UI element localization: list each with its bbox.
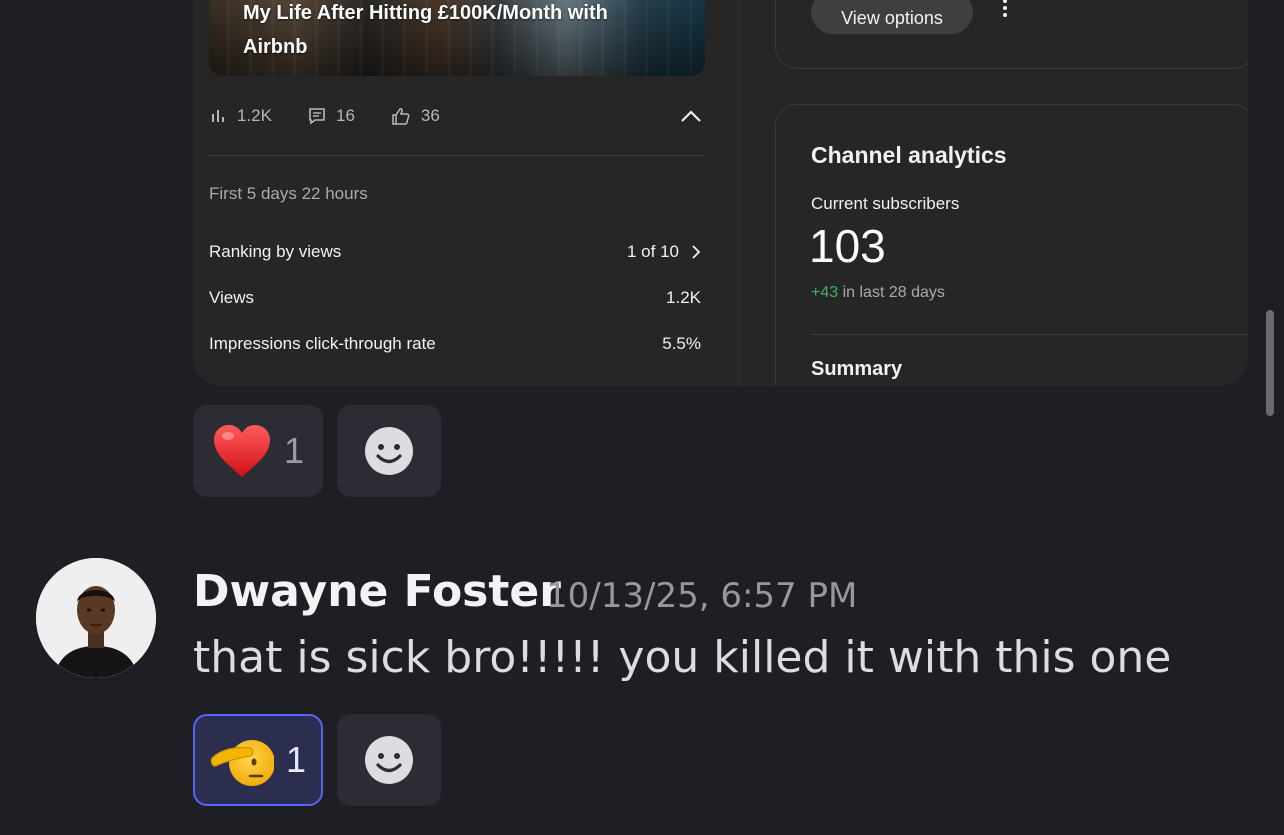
subscribers-label: Current subscribers — [811, 194, 960, 213]
message-timestamp: 10/13/25, 6:57 PM — [546, 576, 858, 616]
divider — [209, 155, 705, 156]
video-thumbnail: My Life After Hitting £100K/Month with A… — [209, 0, 705, 76]
avatar[interactable] — [36, 558, 156, 678]
subscribers-delta: +43 in last 28 days — [811, 284, 945, 302]
message-text: that is sick bro!!!!! you killed it with… — [193, 632, 1172, 683]
delta-value: +43 — [811, 284, 839, 301]
add-reaction-button[interactable] — [337, 714, 441, 806]
likes-count: 36 — [420, 106, 440, 125]
reaction-count: 1 — [285, 739, 307, 780]
metric-value: 1.2K — [666, 288, 701, 307]
summary-heading: Summary — [811, 358, 903, 380]
divider — [811, 334, 1248, 335]
add-reaction-icon — [365, 736, 413, 784]
red-heart-icon — [213, 425, 270, 477]
collapse-button[interactable] — [679, 104, 703, 133]
metric-label: Impressions click-through rate — [209, 334, 436, 353]
delta-suffix: in last 28 days — [838, 284, 945, 301]
chevron-right-icon — [692, 245, 701, 259]
video-stats-row: 1.2K 16 36 — [209, 100, 705, 132]
views-stat: 1.2K — [209, 106, 272, 126]
add-reaction-icon — [365, 427, 413, 475]
metric-value: 5.5% — [662, 334, 701, 353]
views-count: 1.2K — [237, 106, 272, 125]
more-options-icon[interactable] — [1001, 0, 1009, 24]
saluting-face-icon — [210, 740, 274, 786]
metric-row-ranking[interactable]: Ranking by views 1 of 10 — [209, 242, 701, 262]
likes-stat: 36 — [391, 106, 440, 126]
scrollbar-thumb[interactable] — [1266, 310, 1274, 416]
subscribers-count: 103 — [809, 220, 886, 272]
add-reaction-button[interactable] — [337, 405, 441, 497]
reaction-heart[interactable]: 1 — [193, 405, 323, 497]
chevron-up-icon — [681, 110, 701, 122]
view-options-button[interactable]: View options — [811, 0, 973, 34]
metric-value: 1 of 10 — [627, 242, 679, 261]
column-divider — [739, 0, 740, 386]
comments-stat: 16 — [308, 106, 355, 126]
metric-label: Views — [209, 288, 255, 307]
comment-icon — [309, 108, 325, 125]
metric-row-ctr: Impressions click-through rate 5.5% — [209, 334, 701, 354]
channel-analytics-title: Channel analytics — [811, 142, 1007, 168]
message-author[interactable]: Dwayne Foster — [193, 566, 561, 617]
embedded-screenshot[interactable]: My Life After Hitting £100K/Month with A… — [193, 0, 1248, 386]
bar-chart-icon — [212, 110, 224, 122]
user-avatar-image — [36, 558, 156, 678]
comments-count: 16 — [335, 106, 355, 125]
reaction-count: 1 — [283, 430, 305, 471]
period-label: First 5 days 22 hours — [209, 184, 368, 203]
reaction-saluting-face[interactable]: 1 — [193, 714, 323, 806]
metric-row-views: Views 1.2K — [209, 288, 701, 308]
video-title: My Life After Hitting £100K/Month with A… — [243, 2, 608, 58]
metric-label: Ranking by views — [209, 242, 342, 261]
thumbs-up-icon — [392, 108, 410, 125]
